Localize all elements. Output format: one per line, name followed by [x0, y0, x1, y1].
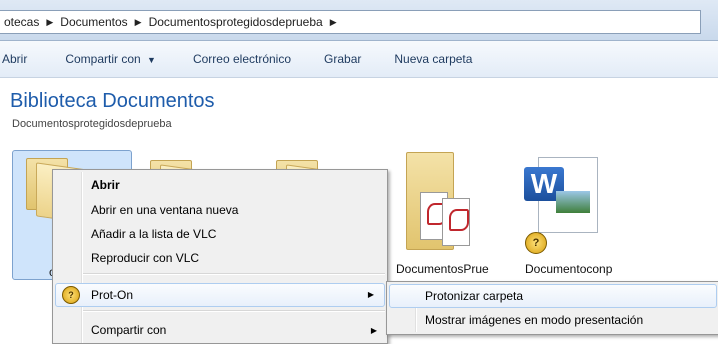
breadcrumb-item[interactable]: Documentosprotegidosdeprueba [149, 15, 323, 29]
prot-on-icon: ? [62, 286, 80, 304]
file-label[interactable]: Documentoconp [525, 262, 612, 276]
file-label[interactable]: DocumentosPrue [396, 262, 489, 276]
share-with-button[interactable]: Compartir con ▼ [65, 52, 156, 66]
lock-badge-icon: ? [525, 232, 547, 254]
chevron-down-icon: ▼ [147, 55, 156, 65]
burn-button[interactable]: Grabar [324, 52, 361, 66]
menu-item-add-vlc-list[interactable]: Añadir a la lista de VLC [91, 227, 216, 241]
prot-on-submenu: Protonizar carpeta Mostrar imágenes en m… [386, 281, 718, 335]
breadcrumb[interactable]: otecas ▶ Documentos ▶ Documentosprotegid… [0, 10, 701, 34]
menu-item-label: Prot-On [91, 288, 134, 302]
menu-separator [83, 310, 385, 312]
page-subtitle: Documentosprotegidosdeprueba [12, 118, 172, 130]
share-with-label: Compartir con [65, 52, 141, 66]
pdf-folder-icon[interactable] [402, 152, 482, 252]
menu-separator [83, 273, 385, 275]
breadcrumb-item[interactable]: otecas [4, 15, 39, 29]
submenu-arrow-icon: ▶ [367, 290, 374, 299]
email-button[interactable]: Correo electrónico [193, 52, 291, 66]
menu-item-prot-on[interactable]: ? Prot-On ▶ [55, 283, 385, 307]
word-document-icon[interactable]: W ? [520, 157, 608, 254]
menu-item-protonize-folder[interactable]: Protonizar carpeta [389, 284, 717, 308]
menu-item-open[interactable]: Abrir [91, 178, 120, 192]
menu-item-share-with[interactable]: Compartir con [91, 323, 166, 337]
context-menu: Abrir Abrir en una ventana nueva Añadir … [52, 169, 388, 344]
breadcrumb-separator-icon[interactable]: ▶ [46, 17, 53, 28]
menu-item-show-presentation[interactable]: Mostrar imágenes en modo presentación [425, 313, 643, 327]
breadcrumb-item[interactable]: Documentos [60, 15, 127, 29]
menu-item-play-vlc[interactable]: Reproducir con VLC [91, 251, 199, 265]
breadcrumb-separator-icon[interactable]: ▶ [330, 17, 337, 28]
new-folder-button[interactable]: Nueva carpeta [394, 52, 472, 66]
menu-item-label: Protonizar carpeta [425, 289, 524, 303]
breadcrumb-separator-icon[interactable]: ▶ [135, 17, 142, 28]
address-bar: otecas ▶ Documentos ▶ Documentosprotegid… [0, 0, 718, 41]
open-button[interactable]: Abrir [2, 52, 27, 66]
menu-item-open-new-window[interactable]: Abrir en una ventana nueva [91, 203, 238, 217]
submenu-arrow-icon: ▶ [370, 326, 377, 335]
page-title: Biblioteca Documentos [10, 90, 215, 112]
command-bar: Abrir Compartir con ▼ Correo electrónico… [0, 41, 718, 78]
